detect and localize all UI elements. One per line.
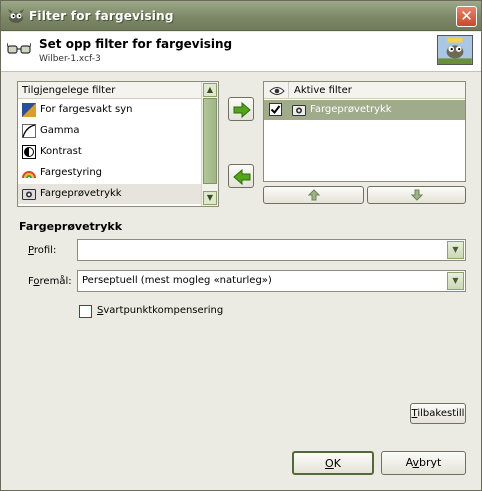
available-filter-label: For fargesvakt syn — [40, 104, 133, 115]
active-filter-checkbox[interactable] — [269, 103, 282, 116]
available-filter-item[interactable]: Fargestyring — [18, 163, 201, 183]
window-title: Filter for fargevising — [29, 9, 174, 23]
scrollbar-thumb[interactable] — [203, 98, 217, 184]
proof-icon — [22, 189, 36, 200]
profile-select[interactable]: ▼ — [77, 239, 466, 261]
intent-label: Foremål: — [28, 276, 72, 287]
available-filter-item[interactable]: For fargesvakt syn — [18, 100, 201, 120]
contrast-icon — [22, 145, 36, 159]
arrow-up-icon — [307, 189, 320, 201]
dialog-header: Set opp filter for fargevising Wilber-1.… — [1, 32, 481, 72]
active-filters-list[interactable]: Aktive filter Fargeprøvetrykk — [263, 81, 466, 182]
active-filter-item[interactable]: Fargeprøvetrykk — [264, 100, 465, 120]
available-filter-item-selected[interactable]: Fargeprøvetrykk — [18, 184, 201, 204]
color-deficient-icon — [22, 103, 36, 117]
dialog-window: Filter for fargevising ✕ Set opp filter … — [0, 0, 482, 491]
arrow-down-icon — [410, 189, 423, 201]
header-title: Set opp filter for fargevising — [39, 37, 233, 51]
available-filter-label: Fargeprøvetrykk — [40, 188, 122, 199]
profile-label: Profil: — [28, 245, 57, 256]
active-filters-header[interactable]: Aktive filter — [294, 82, 352, 99]
scroll-up-icon[interactable]: ▲ — [203, 83, 217, 97]
chevron-down-icon[interactable]: ▼ — [447, 241, 464, 259]
color-management-icon — [22, 171, 36, 179]
section-title: Fargeprøvetrykk — [19, 220, 123, 233]
header-divider — [288, 82, 289, 99]
scroll-down-icon[interactable]: ▼ — [203, 191, 217, 205]
move-down-button[interactable] — [367, 186, 466, 204]
gamma-icon — [22, 124, 36, 138]
available-filters-header[interactable]: Tilgjengelege filter — [18, 82, 201, 99]
intent-value: Perseptuell (mest mogleg «naturleg») — [82, 275, 272, 286]
active-filters-header-row: Aktive filter — [264, 82, 465, 99]
proof-icon — [292, 105, 306, 116]
reset-button[interactable]: Tilbakestill — [410, 403, 466, 424]
close-button[interactable]: ✕ — [456, 6, 477, 27]
move-up-button[interactable] — [263, 186, 364, 204]
ok-button[interactable]: OK — [292, 451, 374, 475]
available-filter-label: Kontrast — [40, 146, 82, 157]
available-filter-label: Gamma — [40, 125, 80, 136]
chevron-down-icon[interactable]: ▼ — [447, 272, 464, 290]
arrow-left-icon — [233, 169, 251, 185]
eye-icon[interactable] — [269, 86, 285, 96]
cancel-button[interactable]: Avbryt — [381, 451, 466, 475]
available-filter-item[interactable]: Gamma — [18, 121, 201, 141]
active-filter-label: Fargeprøvetrykk — [310, 104, 392, 115]
black-point-compensation-checkbox[interactable] — [79, 305, 92, 318]
intent-select[interactable]: Perseptuell (mest mogleg «naturleg») ▼ — [77, 270, 466, 292]
gimp-logo-icon — [8, 9, 24, 23]
close-icon: ✕ — [460, 7, 473, 25]
available-filters-list[interactable]: Tilgjengelege filter For fargesvakt syn … — [17, 81, 219, 207]
header-subtitle: Wilber-1.xcf-3 — [39, 54, 101, 64]
glasses-icon — [7, 42, 31, 54]
checkmark-icon — [270, 105, 281, 115]
available-filter-item[interactable]: Kontrast — [18, 142, 201, 162]
title-bar[interactable]: Filter for fargevising ✕ — [1, 1, 481, 31]
available-filters-scrollbar[interactable]: ▲ ▼ — [201, 82, 218, 206]
add-filter-button[interactable] — [228, 97, 254, 121]
image-thumbnail — [437, 35, 473, 65]
available-filter-label: Fargestyring — [40, 167, 103, 178]
black-point-compensation-label[interactable]: Svartpunktkompensering — [97, 305, 223, 316]
arrow-right-icon — [233, 102, 251, 118]
remove-filter-button[interactable] — [228, 164, 254, 188]
